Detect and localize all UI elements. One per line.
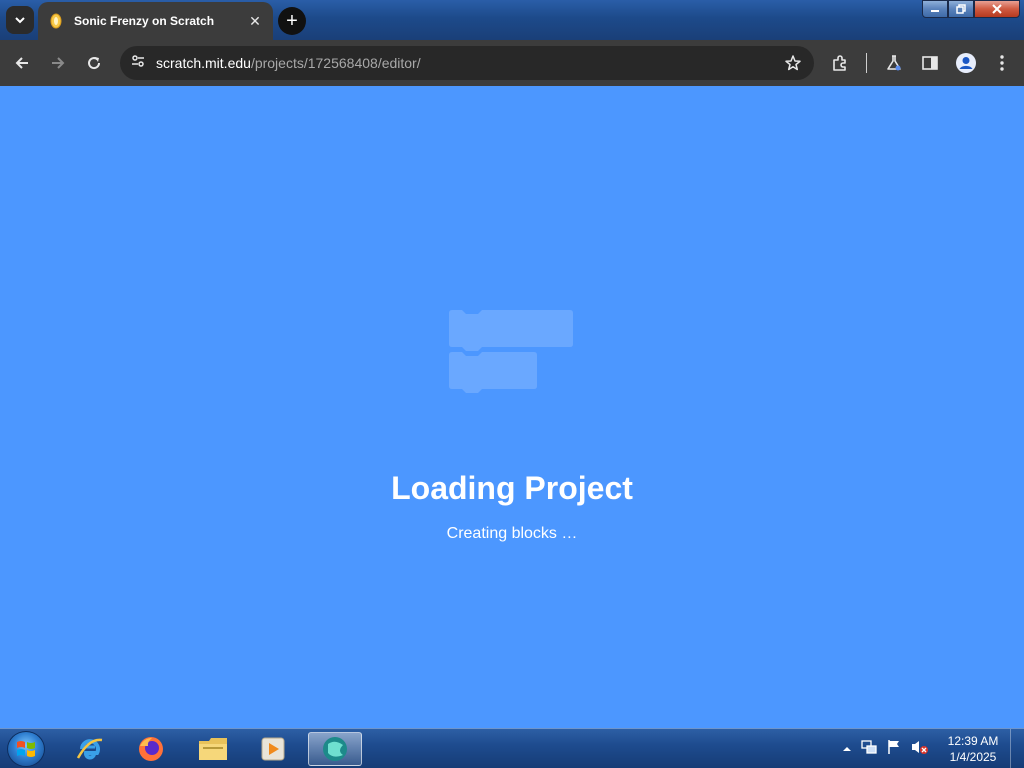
taskbar-media-player[interactable] <box>246 732 300 766</box>
restore-button[interactable] <box>948 0 974 18</box>
taskbar-active-app[interactable] <box>308 732 362 766</box>
tab-active[interactable]: Sonic Frenzy on Scratch ✕ <box>38 2 273 40</box>
menu-icon[interactable] <box>990 51 1014 75</box>
site-info-icon[interactable] <box>130 53 146 74</box>
active-app-icon <box>323 737 347 761</box>
minimize-icon <box>931 10 939 12</box>
minimize-button[interactable] <box>922 0 948 18</box>
media-player-icon <box>261 737 285 761</box>
loading-title: Loading Project <box>391 470 633 506</box>
reload-icon <box>88 57 101 70</box>
taskbar-file-explorer[interactable] <box>186 732 240 766</box>
internet-explorer-icon <box>76 738 103 760</box>
network-icon[interactable] <box>861 739 877 760</box>
system-tray <box>842 739 929 760</box>
clock-date: 1/4/2025 <box>949 750 997 764</box>
loading-message: Creating blocks … <box>446 525 578 542</box>
tab-title: Sonic Frenzy on Scratch <box>74 14 215 28</box>
extensions-icon[interactable] <box>828 51 852 75</box>
taskbar-clock[interactable]: 12:39 AM 1/4/2025 <box>940 733 1006 765</box>
profile-icon[interactable] <box>954 51 978 75</box>
new-tab-button[interactable]: + <box>278 7 306 35</box>
browser-titlebar: Sonic Frenzy on Scratch ✕ + <box>0 0 1024 40</box>
taskbar-firefox[interactable] <box>124 732 178 766</box>
back-button[interactable] <box>8 49 36 77</box>
file-explorer-icon <box>199 738 227 760</box>
show-desktop-button[interactable] <box>1010 729 1024 768</box>
url-path: /projects/172568408/editor/ <box>250 55 421 71</box>
close-icon[interactable]: ✕ <box>247 13 263 29</box>
action-center-flag-icon[interactable] <box>886 739 902 760</box>
url-host: scratch.mit.edu <box>156 55 251 71</box>
address-bar[interactable]: scratch.mit.edu/projects/172568408/edito… <box>120 46 814 80</box>
side-panel-icon[interactable] <box>918 51 942 75</box>
plus-icon: + <box>286 10 298 32</box>
scratch-loading-screen: Loading Project Creating blocks … <box>0 86 1024 728</box>
windows-logo-icon <box>17 741 35 757</box>
clock-time: 12:39 AM <box>947 734 999 748</box>
url-text[interactable]: scratch.mit.edu/projects/172568408/edito… <box>156 55 421 71</box>
labs-flask-icon[interactable] <box>882 51 906 75</box>
scratch-cat-icon <box>48 13 64 29</box>
taskbar-internet-explorer[interactable] <box>62 732 116 766</box>
chevron-down-icon <box>15 17 25 24</box>
tab-search-button[interactable] <box>6 6 34 34</box>
scratch-blocks-icon <box>449 310 573 393</box>
bookmark-star-icon[interactable] <box>784 54 802 77</box>
tray-expand-icon[interactable] <box>842 741 852 759</box>
forward-button[interactable] <box>44 49 72 77</box>
reload-button[interactable] <box>80 49 108 77</box>
restore-icon <box>956 4 966 14</box>
browser-toolbar: scratch.mit.edu/projects/172568408/edito… <box>0 40 1024 86</box>
toolbar-divider <box>866 53 867 73</box>
firefox-icon <box>139 737 163 761</box>
forward-arrow-icon <box>52 57 65 69</box>
back-arrow-icon <box>15 57 28 69</box>
window-controls <box>922 0 1020 18</box>
close-window-button[interactable] <box>974 0 1020 18</box>
start-button[interactable] <box>7 731 45 767</box>
close-window-icon <box>992 4 1002 14</box>
volume-muted-icon[interactable] <box>911 739 929 760</box>
windows-taskbar: 12:39 AM 1/4/2025 <box>0 728 1024 768</box>
